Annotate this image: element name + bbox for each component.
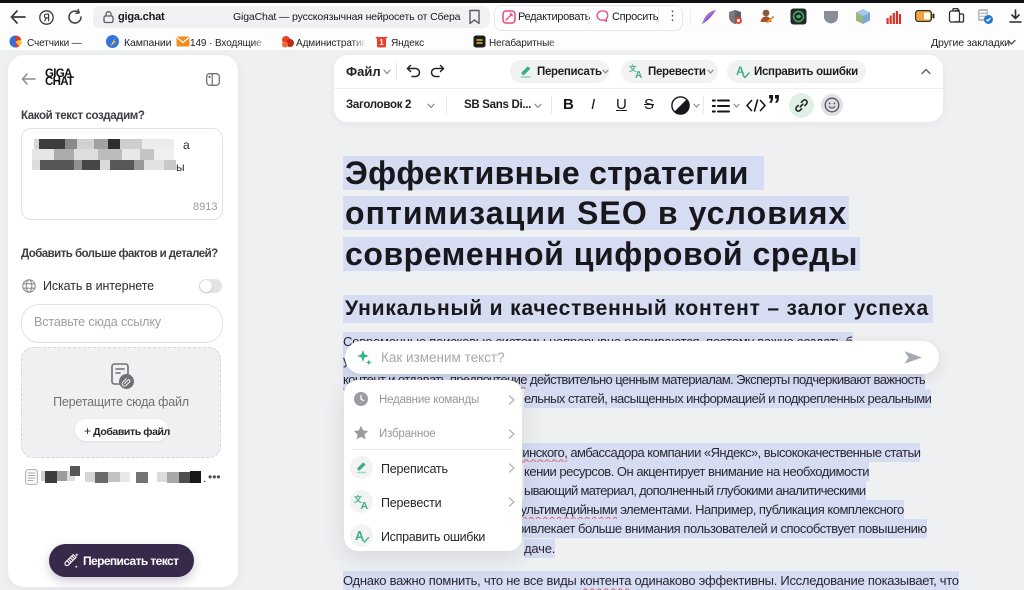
svg-text:A: A xyxy=(361,500,369,510)
svg-text:A: A xyxy=(635,70,642,79)
svg-text:1: 1 xyxy=(379,38,384,47)
